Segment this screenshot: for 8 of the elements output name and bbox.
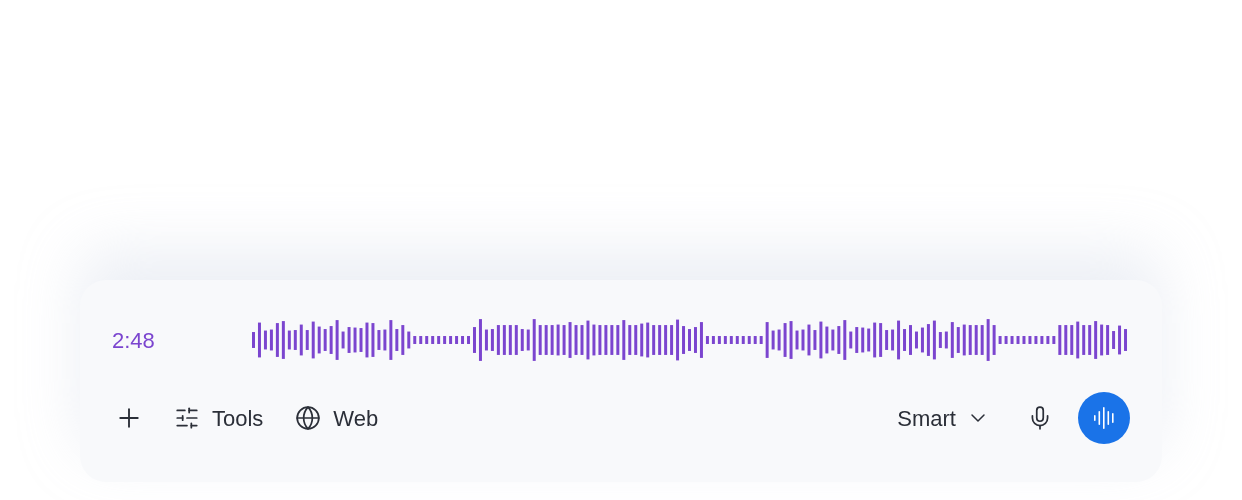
globe-icon: [295, 405, 322, 431]
web-button[interactable]: Web: [295, 401, 379, 435]
voice-mode-button[interactable]: [1078, 392, 1130, 444]
tools-button[interactable]: Tools: [174, 401, 264, 435]
waveform-icon: [1093, 407, 1115, 429]
elapsed-time: 2:48: [112, 326, 156, 355]
model-selector[interactable]: Smart: [897, 401, 990, 435]
sliders-icon: [174, 405, 200, 431]
